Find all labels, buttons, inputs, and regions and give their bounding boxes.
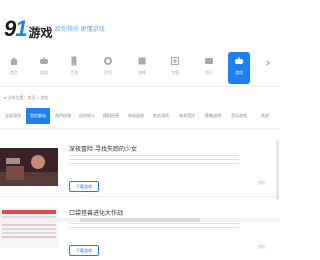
nav-item-mobile[interactable]: 手游 bbox=[63, 52, 85, 84]
game-title[interactable]: 口袋怪兽进化大作战 bbox=[69, 208, 123, 217]
divider bbox=[0, 196, 280, 197]
logo-subtext: 91game bbox=[26, 24, 41, 29]
tab-sports[interactable]: 体育竞技 bbox=[176, 108, 198, 124]
game-category: 冒险 bbox=[258, 245, 265, 249]
nav-item-guides[interactable]: 攻略 bbox=[131, 52, 153, 84]
phone-icon bbox=[71, 56, 77, 66]
chevron-right-icon[interactable] bbox=[265, 60, 271, 66]
nav-item-games[interactable]: 游戏 bbox=[33, 52, 55, 84]
site-header: 91 游戏 91game 给你快乐 更懂游戏 bbox=[0, 0, 280, 44]
rank-icon bbox=[205, 58, 213, 64]
tab-simulation[interactable]: 模拟经营 bbox=[100, 108, 122, 124]
tab-music[interactable]: 音乐游戏 bbox=[228, 108, 250, 124]
tab-other[interactable]: 其他 bbox=[254, 108, 276, 124]
nav-item-topics[interactable]: 专题 bbox=[164, 52, 186, 84]
tab-strategy[interactable]: 策略战棋 bbox=[202, 108, 224, 124]
download-button[interactable]: 下载游戏 bbox=[69, 245, 99, 256]
category-tabs: 全部游戏 冒险解谜 角色扮演 动作格斗 模拟经营 休闲益智 射击游戏 体育竞技 … bbox=[0, 108, 280, 124]
main-nav: 首页 游戏 手游 资讯 攻略 专题 排行 礼包 游戏 bbox=[0, 44, 280, 84]
list-item[interactable]: 深夜冒险·寻找失踪的少女 下载游戏 冒险 bbox=[0, 140, 280, 192]
tab-casual[interactable]: 休闲益智 bbox=[125, 108, 147, 124]
gamepad-icon bbox=[40, 57, 48, 64]
topic-icon bbox=[170, 56, 180, 66]
tab-action[interactable]: 动作格斗 bbox=[76, 108, 98, 124]
nav-item-rankings[interactable]: 排行 bbox=[198, 52, 220, 84]
horizontal-scrollbar[interactable] bbox=[0, 218, 280, 222]
tab-rpg[interactable]: 角色扮演 bbox=[52, 108, 74, 124]
list-item[interactable]: 口袋怪兽进化大作战 下载游戏 冒险 bbox=[0, 202, 280, 260]
vertical-scrollbar[interactable] bbox=[276, 140, 279, 200]
download-button[interactable]: 下载游戏 bbox=[69, 181, 99, 192]
gamepad-icon bbox=[235, 57, 243, 64]
game-title[interactable]: 深夜冒险·寻找失踪的少女 bbox=[69, 144, 137, 153]
book-icon bbox=[138, 57, 146, 65]
tab-adventure[interactable]: 冒险解谜 bbox=[26, 108, 50, 124]
site-slogan: 给你快乐 更懂游戏 bbox=[55, 27, 105, 33]
divider bbox=[0, 86, 280, 87]
game-description bbox=[69, 155, 239, 167]
home-icon bbox=[10, 57, 18, 65]
game-category: 冒险 bbox=[258, 181, 265, 185]
divider bbox=[0, 128, 280, 129]
nav-item-home[interactable]: 首页 bbox=[3, 52, 25, 84]
news-icon bbox=[104, 57, 112, 65]
game-thumbnail[interactable] bbox=[0, 148, 58, 186]
tab-all[interactable]: 全部游戏 bbox=[2, 108, 24, 124]
nav-item-news[interactable]: 资讯 bbox=[97, 52, 119, 84]
tab-shooter[interactable]: 射击游戏 bbox=[150, 108, 172, 124]
game-thumbnail[interactable] bbox=[0, 208, 58, 248]
scrollbar-thumb[interactable] bbox=[80, 218, 200, 222]
breadcrumb: ● 当前位置：首页 > 游戏 bbox=[4, 95, 49, 100]
nav-item-games-active[interactable]: 游戏 bbox=[228, 52, 250, 84]
logo-number: 91 bbox=[4, 16, 28, 41]
